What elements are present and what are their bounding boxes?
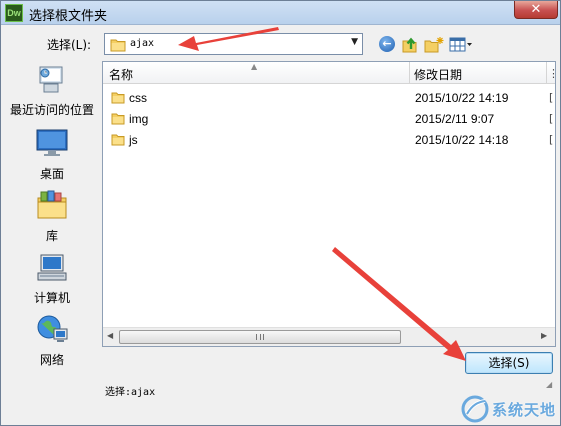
folder-icon	[111, 113, 125, 125]
computer-icon	[37, 254, 67, 281]
file-date: 2015/2/11 9:07	[415, 112, 495, 126]
list-header: 名称 ▲ 修改日期 ⋮	[103, 62, 559, 84]
resize-grip-icon[interactable]: ◢	[546, 380, 552, 389]
place-computer[interactable]: 计算机	[5, 251, 99, 306]
network-icon	[37, 315, 68, 342]
up-folder-icon[interactable]	[401, 36, 419, 54]
look-in-label: 选择(L):	[47, 38, 92, 52]
truncated-cell: [	[549, 91, 554, 104]
place-label: 最近访问的位置	[9, 103, 94, 117]
new-folder-icon[interactable]	[424, 36, 444, 54]
folder-icon	[110, 39, 126, 52]
file-list[interactable]: 名称 ▲ 修改日期 ⋮ css 2015/10/22 14:19 [ img 2…	[102, 61, 559, 347]
scroll-left-icon[interactable]: ◀	[107, 331, 113, 340]
folder-icon	[111, 134, 125, 146]
recent-places-icon	[39, 66, 63, 93]
watermark-text: 系统天地	[492, 401, 557, 419]
chevron-down-icon[interactable]: ▼	[351, 37, 358, 47]
select-button[interactable]: 选择(S)	[465, 352, 553, 374]
column-divider[interactable]	[546, 62, 547, 84]
file-name: css	[129, 91, 147, 105]
truncated-cell: [	[549, 133, 554, 146]
place-label: 网络	[39, 353, 64, 367]
file-date: 2015/10/22 14:18	[415, 133, 509, 147]
scroll-right-icon[interactable]: ▶	[541, 331, 547, 340]
column-header-overflow: ⋮	[548, 67, 559, 80]
horizontal-scrollbar[interactable]: ◀ ▶	[103, 327, 555, 346]
window-title: 选择根文件夹	[29, 9, 108, 24]
selection-status: 选择:ajax	[105, 387, 156, 398]
libraries-icon	[37, 190, 67, 219]
list-item[interactable]: css 2015/10/22 14:19 [	[103, 88, 555, 109]
sort-ascending-icon: ▲	[251, 62, 258, 71]
folder-icon	[111, 92, 125, 104]
close-button[interactable]: ✕	[514, 1, 558, 19]
title-bar[interactable]: Dw 选择根文件夹 ✕	[1, 1, 560, 25]
desktop-icon	[36, 129, 68, 156]
truncated-cell: [	[549, 112, 554, 125]
place-label: 库	[45, 229, 58, 243]
scrollbar-thumb[interactable]	[119, 330, 401, 344]
list-item[interactable]: js 2015/10/22 14:18 [	[103, 130, 555, 151]
place-label: 桌面	[39, 167, 64, 181]
back-icon[interactable]: ←	[379, 36, 395, 52]
place-label: 计算机	[33, 291, 70, 305]
place-desktop[interactable]: 桌面	[5, 127, 99, 182]
watermark: 系统天地	[460, 394, 560, 424]
place-recent[interactable]: 最近访问的位置	[5, 63, 99, 118]
column-header-name[interactable]: 名称	[109, 66, 133, 83]
column-header-date[interactable]: 修改日期	[414, 66, 462, 83]
file-name: img	[129, 112, 149, 126]
column-divider[interactable]	[409, 62, 410, 84]
dreamweaver-app-icon: Dw	[5, 4, 23, 22]
list-item[interactable]: img 2015/2/11 9:07 [	[103, 109, 555, 130]
look-in-dropdown[interactable]: ajax ▼	[104, 33, 363, 55]
choose-root-folder-dialog: Dw 选择根文件夹 ✕ 选择(L): ajax ▼ ← 最近访问的位置 桌面 库…	[0, 0, 561, 426]
watermark-logo-icon	[461, 395, 489, 423]
place-network[interactable]: 网络	[5, 313, 99, 368]
places-bar: 最近访问的位置 桌面 库 计算机 网络	[5, 61, 99, 375]
view-menu-icon[interactable]	[449, 36, 473, 54]
file-date: 2015/10/22 14:19	[415, 91, 509, 105]
look-in-value: ajax	[130, 38, 155, 49]
place-libraries[interactable]: 库	[5, 189, 99, 244]
grip-icon	[256, 334, 264, 340]
file-name: js	[129, 133, 138, 147]
